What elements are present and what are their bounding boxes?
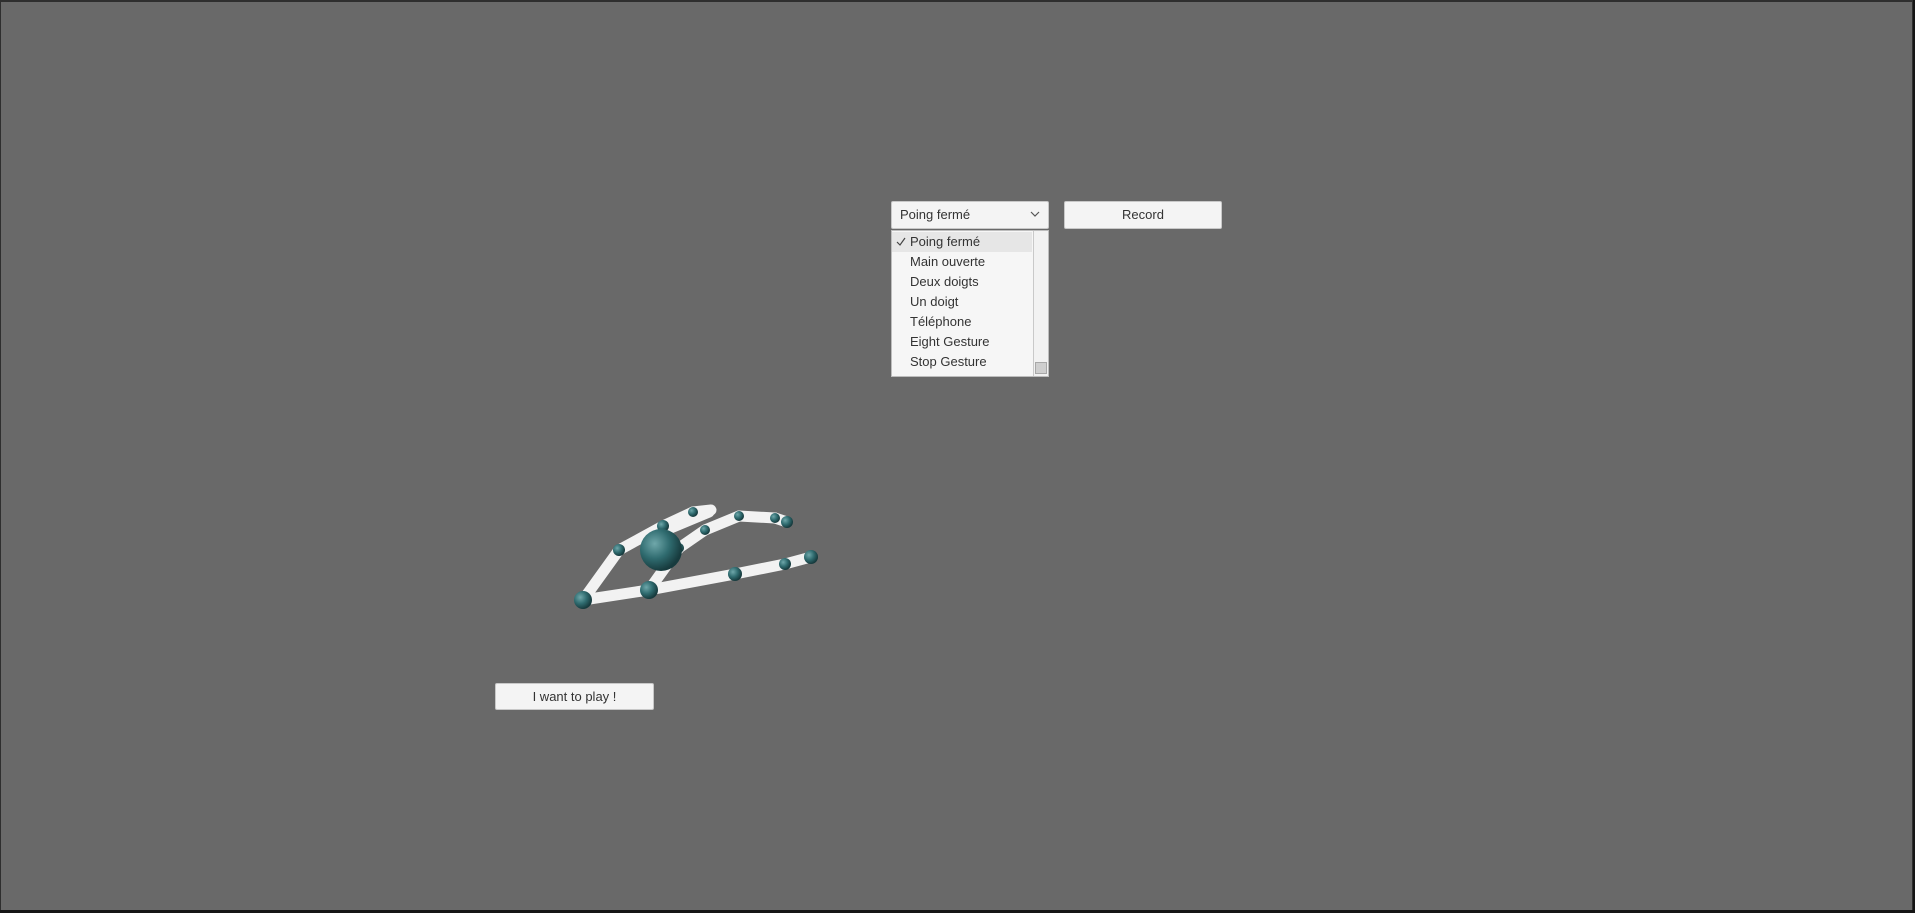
- option-label: Stop Gesture: [910, 354, 987, 369]
- option-label: Deux doigts: [910, 274, 979, 289]
- dropdown-scrollbar[interactable]: [1033, 231, 1048, 376]
- option-label: Un doigt: [910, 294, 959, 309]
- gesture-option-poing-ferme[interactable]: Poing fermé: [892, 232, 1032, 252]
- record-button[interactable]: Record: [1064, 201, 1222, 229]
- gesture-dropdown[interactable]: Poing fermé: [891, 201, 1049, 229]
- gesture-option-deux-doigts[interactable]: Deux doigts: [892, 272, 1032, 292]
- gesture-option-eight-gesture[interactable]: Eight Gesture: [892, 332, 1032, 352]
- check-icon: [896, 237, 906, 246]
- option-label: Téléphone: [910, 314, 972, 329]
- gesture-option-stop-gesture[interactable]: Stop Gesture: [892, 352, 1032, 372]
- gesture-dropdown-selected: Poing fermé: [900, 207, 971, 222]
- option-label: Poing fermé: [910, 234, 981, 249]
- option-label: Main ouverte: [910, 254, 986, 269]
- play-button[interactable]: I want to play !: [495, 683, 654, 710]
- gesture-dropdown-list[interactable]: Poing fermé Main ouverte Deux doigts Un …: [891, 230, 1049, 377]
- gesture-option-un-doigt[interactable]: Un doigt: [892, 292, 1032, 312]
- chevron-down-icon: [1030, 211, 1040, 217]
- dropdown-scroll-thumb[interactable]: [1035, 362, 1047, 374]
- gesture-option-main-ouverte[interactable]: Main ouverte: [892, 252, 1032, 272]
- option-label: Eight Gesture: [910, 334, 990, 349]
- hand-skeleton-model: [574, 504, 818, 609]
- scene-viewport: Poing fermé Poing fermé Main ouverte Deu…: [0, 0, 1913, 910]
- gesture-option-telephone[interactable]: Téléphone: [892, 312, 1032, 332]
